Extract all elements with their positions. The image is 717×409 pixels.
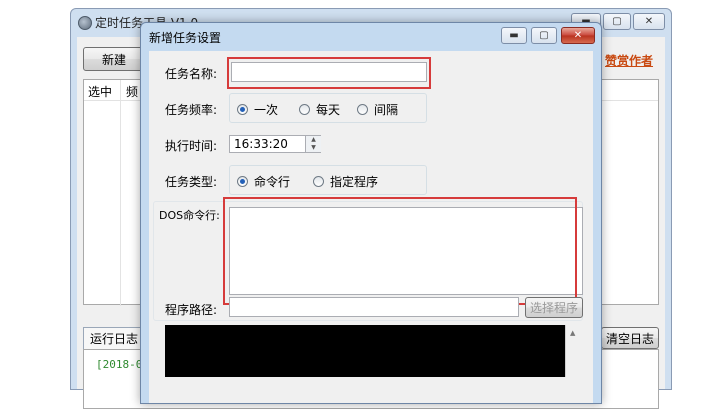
column-header-select[interactable]: 选中 xyxy=(88,83,112,100)
main-close-button[interactable]: ✕ xyxy=(633,13,665,30)
frequency-option-daily[interactable]: 每天 xyxy=(299,101,340,118)
clear-log-button[interactable]: 清空日志 xyxy=(601,327,659,349)
highlight-box-task-name xyxy=(227,57,431,89)
dialog-title: 新增任务设置 xyxy=(149,31,222,45)
column-divider xyxy=(120,80,121,306)
radio-unchecked-icon xyxy=(299,104,310,115)
close-icon: ✕ xyxy=(644,16,654,27)
exec-time-label: 执行时间: xyxy=(165,139,218,153)
frequency-option-daily-label: 每天 xyxy=(316,103,341,117)
spin-down-icon[interactable]: ▼ xyxy=(305,144,321,152)
spin-up-icon[interactable]: ▲ xyxy=(305,136,321,144)
dialog-client-area: 任务名称: 任务频率: 一次 每天 间隔 执行时间: 16:33:20 ▲ ▼ … xyxy=(149,51,593,403)
radio-unchecked-icon xyxy=(313,176,324,187)
scroll-up-icon[interactable]: ▲ xyxy=(570,329,575,337)
console-scrollbar[interactable]: ▲ xyxy=(565,325,582,377)
program-path-label: 程序路径: xyxy=(165,303,218,317)
frequency-label: 任务频率: xyxy=(165,103,218,117)
close-icon: ✕ xyxy=(573,30,583,41)
highlight-box-dos-command xyxy=(223,197,577,305)
radio-checked-icon xyxy=(237,176,248,187)
column-header-frequency[interactable]: 频 xyxy=(126,83,138,100)
dialog-minimize-button[interactable]: ▬ xyxy=(501,27,527,44)
maximize-icon: ▢ xyxy=(612,16,622,27)
frequency-option-once[interactable]: 一次 xyxy=(237,101,278,118)
dialog-titlebar[interactable]: 新增任务设置 ▬ ▢ ✕ xyxy=(141,23,601,49)
task-type-option-program[interactable]: 指定程序 xyxy=(313,173,378,190)
frequency-option-interval-label: 间隔 xyxy=(374,103,399,117)
sponsor-author-link[interactable]: 赞赏作者 xyxy=(605,52,653,69)
run-log-tab[interactable]: 运行日志 xyxy=(83,327,145,349)
task-type-option-command[interactable]: 命令行 xyxy=(237,173,290,190)
task-type-option-program-label: 指定程序 xyxy=(330,175,379,189)
add-task-dialog: 新增任务设置 ▬ ▢ ✕ 任务名称: 任务频率: 一次 每天 间隔 执行时间: … xyxy=(140,22,602,404)
exec-time-value: 16:33:20 xyxy=(234,137,288,151)
console-output[interactable] xyxy=(165,325,581,377)
frequency-option-once-label: 一次 xyxy=(254,103,279,117)
radio-checked-icon xyxy=(237,104,248,115)
minimize-icon: ▬ xyxy=(509,30,519,41)
choose-program-button[interactable]: 选择程序 xyxy=(525,297,583,318)
exec-time-picker[interactable]: 16:33:20 ▲ ▼ xyxy=(229,135,321,153)
dialog-close-button[interactable]: ✕ xyxy=(561,27,595,44)
main-maximize-button[interactable]: ▢ xyxy=(603,13,631,30)
frequency-option-interval[interactable]: 间隔 xyxy=(357,101,398,118)
app-icon xyxy=(78,16,92,30)
maximize-icon: ▢ xyxy=(539,30,549,41)
task-name-label: 任务名称: xyxy=(165,67,218,81)
new-task-button[interactable]: 新建 xyxy=(83,47,145,71)
task-type-label: 任务类型: xyxy=(165,175,218,189)
program-path-input[interactable] xyxy=(229,297,519,317)
dialog-maximize-button[interactable]: ▢ xyxy=(531,27,557,44)
task-type-option-command-label: 命令行 xyxy=(254,175,291,189)
radio-unchecked-icon xyxy=(357,104,368,115)
